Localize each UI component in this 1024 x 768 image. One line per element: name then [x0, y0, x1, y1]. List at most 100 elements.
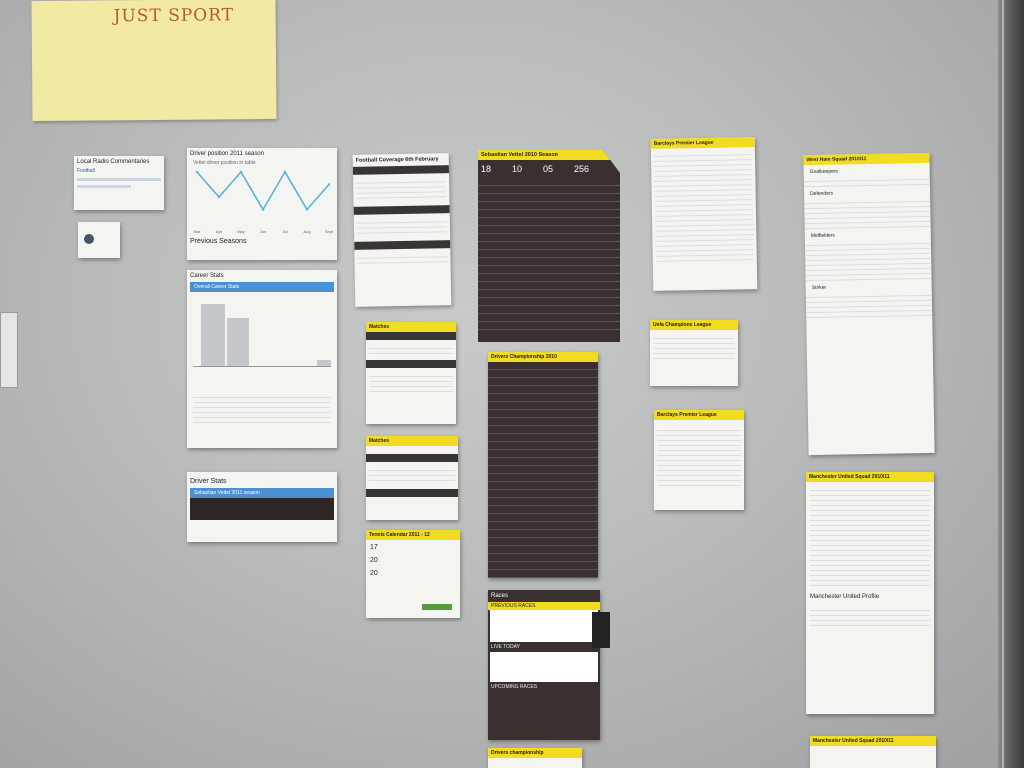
table-row	[488, 378, 598, 386]
data-point	[283, 170, 287, 174]
table-row	[478, 298, 620, 306]
section-bar	[366, 360, 456, 368]
table-row	[488, 442, 598, 450]
table-row	[478, 194, 620, 202]
table-row	[488, 386, 598, 394]
placeholder-line	[77, 178, 161, 181]
table-row	[478, 242, 620, 250]
list-item	[369, 476, 455, 481]
table-row	[488, 514, 598, 522]
table-row	[488, 394, 598, 402]
card-uefa-champions: Uefa Champions League	[650, 320, 738, 386]
table-row	[478, 226, 620, 234]
table-row	[488, 410, 598, 418]
bar	[201, 304, 225, 366]
table-row	[488, 482, 598, 490]
card-title: Tennis Calendar 2011 - 12	[366, 530, 460, 540]
table-row	[488, 522, 598, 530]
stats-strip	[190, 498, 334, 520]
player-item	[810, 581, 930, 586]
position-line-chart: Mar Apr May Jun Jul Aug Sept	[194, 170, 334, 234]
data-point	[327, 183, 331, 186]
standings-table	[488, 362, 598, 578]
table-row	[478, 218, 620, 226]
section-bar	[366, 454, 458, 462]
widget-icon	[84, 234, 94, 244]
table-row	[488, 362, 598, 370]
table-row	[478, 306, 620, 314]
card-barclays-premier: Barclays Premier League	[650, 137, 758, 291]
card-races: Races PREVIOUS RACES LIVE TODAY UPCOMING…	[488, 590, 600, 740]
table-row	[478, 258, 620, 266]
table-row	[478, 210, 620, 218]
section-bar	[354, 240, 451, 250]
player-list	[810, 486, 930, 586]
table-row	[478, 290, 620, 298]
card-west-ham: West Ham Squad 2010/11 Goalkeepers Defen…	[803, 152, 935, 456]
card-title: Races	[491, 593, 509, 599]
card-football-coverage: Football Coverage 6th February	[352, 153, 452, 307]
sticky-note-text: JUST SPORT	[113, 5, 235, 27]
table-row	[488, 418, 598, 426]
x-tick-label: Jul	[282, 229, 287, 234]
list-item	[369, 387, 453, 392]
player-item	[806, 310, 933, 319]
data-point	[239, 170, 243, 174]
data-point	[305, 208, 309, 211]
list-item	[356, 227, 448, 234]
card-drivers-championship-2: Drivers championship	[488, 748, 582, 768]
list-item	[356, 192, 447, 199]
card-man-utd: Manchester United Squad 2010/11 Manchest…	[806, 472, 934, 714]
section-bar	[366, 332, 456, 340]
table-row	[478, 274, 620, 282]
x-tick-label: Mar	[194, 229, 202, 234]
section-label: LIVE TODAY	[491, 644, 520, 650]
text-line	[810, 621, 930, 626]
section-bar	[352, 165, 450, 175]
table-row	[653, 354, 735, 359]
table-row	[488, 546, 598, 554]
x-tick-label: May	[237, 229, 245, 234]
card-driver-position: Driver position 2011 season Vettel drive…	[187, 148, 337, 260]
table-row	[478, 266, 620, 274]
table-row	[488, 450, 598, 458]
x-tick-label: Jun	[260, 229, 266, 234]
league-table	[653, 150, 754, 262]
x-tick-label: Sept	[325, 229, 334, 234]
card-barclays-premier-2: Barclays Premier League	[654, 410, 744, 510]
table-row	[488, 562, 598, 570]
card-title: Manchester United Squad 2010/11	[810, 736, 936, 746]
table-row	[488, 370, 598, 378]
date: 17	[370, 544, 378, 551]
stat-value: 256	[574, 164, 590, 174]
race-list	[490, 652, 598, 682]
card-title: Sebastian Vettel 2010 Season	[478, 150, 620, 160]
table-row	[488, 498, 598, 506]
date: 20	[370, 570, 378, 577]
table-row	[478, 250, 620, 258]
stat-value: 05	[543, 164, 554, 174]
player-list	[804, 196, 931, 230]
table-row	[193, 418, 331, 423]
data-point	[195, 170, 199, 174]
table-row	[488, 490, 598, 498]
table-row	[657, 481, 741, 486]
table-row	[488, 530, 598, 538]
card-matches: Matches	[366, 322, 456, 424]
x-tick-label: Apr	[216, 229, 223, 234]
card-tennis-calendar: Tennis Calendar 2011 - 12 17 20 20	[366, 530, 460, 618]
sticky-note: JUST SPORT	[31, 0, 277, 122]
table-row	[488, 506, 598, 514]
x-tick-label: Aug	[303, 229, 310, 234]
card-man-utd-2: Manchester United Squad 2010/11	[810, 736, 936, 768]
card-local-radio: Local Radio Commentaries Football	[74, 156, 164, 210]
stat-value: 10	[512, 164, 523, 174]
player-list	[805, 290, 933, 319]
table-row	[478, 202, 620, 210]
card-title: Matches	[366, 436, 458, 446]
section-label: PREVIOUS RACES	[488, 602, 600, 610]
bar	[227, 318, 249, 366]
card-title: Manchester United Squad 2010/11	[806, 472, 934, 482]
card-career-stats: Career Stats Overall Career Stats	[187, 270, 337, 448]
table-row	[478, 178, 620, 186]
